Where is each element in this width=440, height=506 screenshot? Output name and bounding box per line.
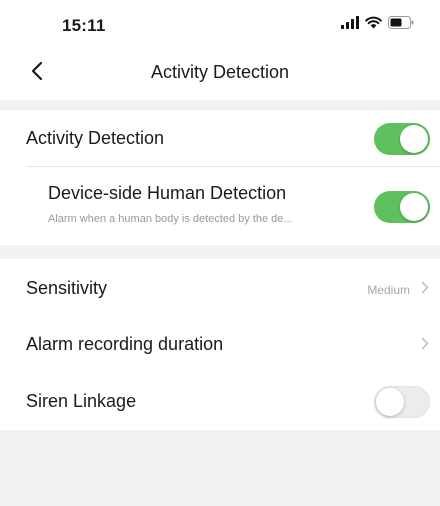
- toggle-knob: [400, 193, 428, 221]
- section-separator: [0, 245, 440, 259]
- battery-icon: [388, 16, 414, 34]
- setting-row-siren-linkage: Siren Linkage: [0, 371, 440, 430]
- human-detection-label: Device-side Human Detection: [48, 183, 287, 203]
- setting-row-activity-detection: Activity Detection: [0, 110, 440, 168]
- toggle-knob: [400, 125, 428, 153]
- human-detection-toggle[interactable]: [374, 191, 430, 223]
- section-separator: [0, 100, 440, 110]
- activity-detection-toggle[interactable]: [374, 123, 430, 155]
- empty-area: [0, 430, 440, 506]
- alarm-recording-duration-label: Alarm recording duration: [26, 334, 224, 354]
- setting-row-sensitivity[interactable]: Sensitivity Medium: [0, 259, 440, 315]
- status-bar: 15:11: [0, 0, 440, 44]
- siren-linkage-label: Siren Linkage: [26, 391, 137, 411]
- chevron-right-icon: [421, 337, 431, 351]
- signal-icon: [341, 16, 359, 34]
- status-time: 15:11: [62, 16, 106, 35]
- sensitivity-label: Sensitivity: [26, 278, 108, 298]
- wifi-icon: [365, 16, 382, 34]
- nav-bar: Activity Detection: [0, 48, 440, 98]
- siren-linkage-toggle[interactable]: [374, 386, 430, 418]
- activity-detection-label: Activity Detection: [26, 128, 165, 148]
- sensitivity-value: Medium: [367, 283, 410, 297]
- human-detection-description: Alarm when a human body is detected by t…: [48, 213, 293, 225]
- chevron-right-icon: [421, 281, 431, 295]
- toggle-knob: [376, 388, 404, 416]
- page-title: Activity Detection: [150, 62, 290, 82]
- activity-detection-screen: 15:11 Activity Detection Activity Detect…: [0, 0, 440, 506]
- setting-row-alarm-recording-duration[interactable]: Alarm recording duration: [0, 315, 440, 371]
- setting-row-human-detection: Device-side Human Detection Alarm when a…: [0, 167, 440, 245]
- status-icons: [341, 16, 414, 34]
